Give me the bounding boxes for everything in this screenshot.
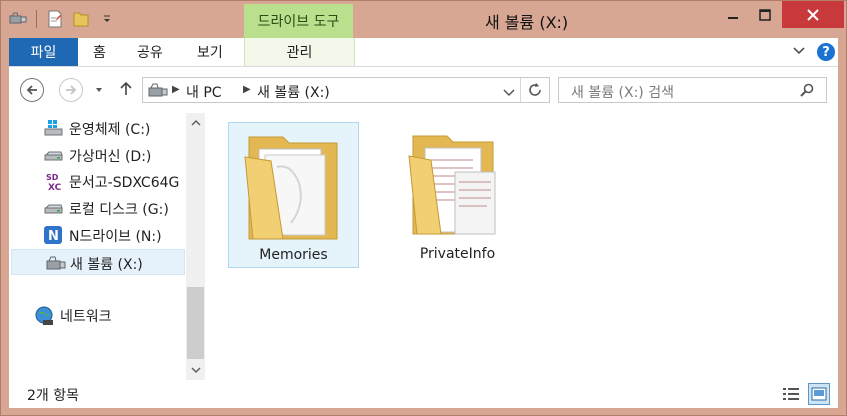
address-dropdown-chevron-icon[interactable] [503, 86, 515, 101]
close-button[interactable] [782, 1, 844, 28]
usb-drive-icon [147, 81, 169, 103]
tab-view[interactable]: 보기 [197, 38, 223, 66]
folder-name: Memories [259, 247, 328, 263]
windows-drive-icon [44, 119, 63, 137]
sidebar-item-label: 운영체제 (C:) [69, 122, 151, 138]
search-placeholder: 새 볼륨 (X:) 검색 [571, 85, 674, 101]
sidebar-item-label: 네트워크 [60, 309, 112, 325]
properties-icon[interactable] [44, 8, 66, 30]
sidebar-item-label: 새 볼륨 (X:) [70, 257, 143, 273]
forward-button[interactable] [59, 78, 83, 102]
large-icons-view-icon[interactable] [808, 383, 830, 405]
title-bar: 드라이브 도구 새 볼륨 (X:) [1, 1, 846, 38]
tab-file[interactable]: 파일 [9, 38, 78, 66]
new-folder-icon[interactable] [70, 8, 92, 30]
contextual-tab-group: 드라이브 도구 [244, 4, 353, 38]
tab-share[interactable]: 공유 [137, 38, 163, 66]
usb-drive-icon[interactable] [7, 8, 29, 30]
svg-text:N: N [48, 229, 59, 244]
folder-icon [408, 135, 496, 235]
address-bar[interactable]: ▶ 내 PC ▶ 새 볼륨 (X:) [142, 77, 550, 103]
scrollbar-thumb[interactable] [187, 287, 204, 359]
refresh-icon[interactable] [526, 81, 544, 103]
recent-locations-chevron-icon[interactable] [94, 84, 104, 99]
sidebar-item-x-drive[interactable]: 새 볼륨 (X:) [11, 249, 185, 275]
navigation-pane: 운영체제 (C:) 가상머신 (D:) SD XC 문서고-SDXC64G 로컬 … [9, 113, 207, 380]
up-arrow-icon[interactable] [119, 80, 133, 100]
customize-qat-icon[interactable] [96, 8, 118, 30]
expand-ribbon-chevron-icon[interactable] [792, 45, 806, 60]
breadcrumb-current-volume[interactable]: 새 볼륨 (X:) [257, 82, 330, 102]
drive-icon [44, 199, 63, 217]
item-count: 2개 항목 [27, 388, 79, 404]
drive-icon [44, 146, 63, 164]
minimize-button[interactable] [719, 1, 747, 28]
sdxc-card-icon: SD XC [44, 172, 62, 193]
search-icon[interactable] [799, 82, 815, 102]
breadcrumb-separator-icon: ▶ [243, 84, 251, 95]
sidebar-item-network[interactable]: 네트워크 [2, 302, 176, 328]
folder-name: PrivateInfo [419, 246, 496, 262]
sidebar-item-label: N드라이브 (N:) [69, 229, 162, 245]
folder-icon [244, 136, 338, 240]
sidebar-item-sdxc[interactable]: SD XC 문서고-SDXC64G [11, 168, 185, 194]
file-list: Memories PrivateInfo [208, 113, 838, 380]
network-icon [35, 306, 53, 325]
ndrive-icon: N [44, 226, 62, 244]
explorer-window: 드라이브 도구 새 볼륨 (X:) 파일 홈 공유 보기 관리 ? ▶ 내 PC… [0, 0, 847, 416]
quick-access-toolbar [7, 7, 118, 31]
tab-manage[interactable]: 관리 [244, 38, 355, 66]
search-input[interactable]: 새 볼륨 (X:) 검색 [558, 77, 827, 103]
sidebar-item-label: 로컬 디스크 (G:) [69, 202, 169, 218]
status-bar: 2개 항목 [9, 380, 838, 408]
folder-item-privateinfo[interactable]: PrivateInfo [393, 122, 524, 268]
svg-text:SD: SD [46, 173, 59, 182]
sidebar-item-label: 문서고-SDXC64G [69, 175, 180, 191]
usb-drive-icon [45, 254, 66, 272]
svg-text:XC: XC [48, 183, 62, 192]
back-button[interactable] [20, 78, 44, 102]
breadcrumb-this-pc[interactable]: 내 PC [186, 82, 222, 102]
breadcrumb-separator-icon: ▶ [172, 84, 180, 95]
help-icon[interactable]: ? [817, 43, 835, 61]
main-area: 운영체제 (C:) 가상머신 (D:) SD XC 문서고-SDXC64G 로컬 … [9, 113, 838, 380]
sidebar-item-n-drive[interactable]: N N드라이브 (N:) [11, 222, 185, 248]
maximize-button[interactable] [751, 1, 779, 28]
sidebar-item-c-drive[interactable]: 운영체제 (C:) [11, 115, 185, 141]
navigation-bar: ▶ 내 PC ▶ 새 볼륨 (X:) 새 볼륨 (X:) 검색 [9, 67, 838, 113]
address-divider [520, 78, 521, 102]
details-view-icon[interactable] [780, 383, 802, 405]
window-title: 새 볼륨 (X:) [485, 13, 569, 32]
folder-item-memories[interactable]: Memories [228, 122, 359, 268]
scroll-down-arrow-icon[interactable] [186, 360, 205, 380]
tab-home[interactable]: 홈 [93, 38, 106, 66]
sidebar-item-label: 가상머신 (D:) [69, 149, 152, 165]
ribbon-tabs: 파일 홈 공유 보기 관리 ? [9, 38, 838, 67]
scroll-up-arrow-icon[interactable] [186, 113, 205, 133]
sidebar-scrollbar[interactable] [186, 113, 205, 380]
sidebar-item-g-drive[interactable]: 로컬 디스크 (G:) [11, 195, 185, 221]
sidebar-item-d-drive[interactable]: 가상머신 (D:) [11, 142, 185, 168]
qat-divider [36, 10, 37, 28]
